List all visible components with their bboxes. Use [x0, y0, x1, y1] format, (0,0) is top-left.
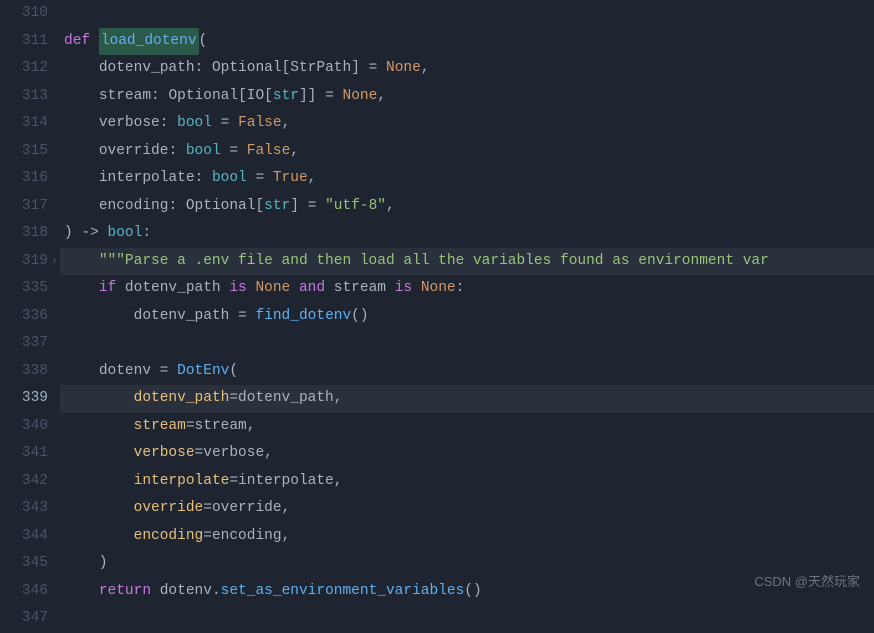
line-number: 344: [0, 523, 48, 551]
param-name: override: [99, 138, 169, 166]
code-line-current[interactable]: dotenv_path=dotenv_path,: [60, 385, 874, 413]
param-name: dotenv_path: [99, 55, 195, 83]
line-number: 310: [0, 0, 48, 28]
line-number: 338: [0, 358, 48, 386]
code-line[interactable]: interpolate: bool = True,: [60, 165, 874, 193]
code-line[interactable]: [60, 0, 874, 28]
code-line[interactable]: dotenv_path = find_dotenv(): [60, 303, 874, 331]
line-number: 341: [0, 440, 48, 468]
code-line[interactable]: encoding=encoding,: [60, 523, 874, 551]
line-number: 347: [0, 605, 48, 633]
param-name: interpolate: [99, 165, 195, 193]
function-name: load_dotenv: [99, 28, 199, 56]
code-line[interactable]: dotenv_path: Optional[StrPath] = None,: [60, 55, 874, 83]
fold-chevron-icon[interactable]: ›: [51, 248, 58, 276]
line-number: 317: [0, 193, 48, 221]
line-number: 345: [0, 550, 48, 578]
kwarg-name: interpolate: [134, 468, 230, 496]
code-area[interactable]: def load_dotenv( dotenv_path: Optional[S…: [60, 0, 874, 609]
kwarg-name: dotenv_path: [134, 385, 230, 413]
line-number-gutter: 310 311 312 313 314 315 316 317 318 319›…: [0, 0, 60, 609]
code-line[interactable]: verbose: bool = False,: [60, 110, 874, 138]
param-name: verbose: [99, 110, 160, 138]
code-line[interactable]: return dotenv.set_as_environment_variabl…: [60, 578, 874, 606]
kwarg-name: verbose: [134, 440, 195, 468]
line-number: 311: [0, 28, 48, 56]
line-number: 342: [0, 468, 48, 496]
keyword-def: def: [64, 28, 99, 56]
code-line[interactable]: encoding: Optional[str] = "utf-8",: [60, 193, 874, 221]
line-number: 319›: [0, 248, 48, 276]
line-number: 314: [0, 110, 48, 138]
code-line[interactable]: stream: Optional[IO[str]] = None,: [60, 83, 874, 111]
code-line-folded[interactable]: """Parse a .env file and then load all t…: [60, 248, 874, 276]
line-number: 312: [0, 55, 48, 83]
code-line[interactable]: verbose=verbose,: [60, 440, 874, 468]
line-number: 318: [0, 220, 48, 248]
param-name: encoding: [99, 193, 169, 221]
kwarg-name: stream: [134, 413, 186, 441]
kwarg-name: encoding: [134, 523, 204, 551]
code-line[interactable]: override=override,: [60, 495, 874, 523]
line-number: 339: [0, 385, 48, 413]
line-number: 343: [0, 495, 48, 523]
code-line[interactable]: dotenv = DotEnv(: [60, 358, 874, 386]
paren-open: (: [199, 28, 208, 56]
code-line[interactable]: def load_dotenv(: [60, 28, 874, 56]
line-number: 346: [0, 578, 48, 606]
line-number: 337: [0, 330, 48, 358]
line-number: 313: [0, 83, 48, 111]
line-number: 335: [0, 275, 48, 303]
line-number: 340: [0, 413, 48, 441]
docstring: """Parse a .env file and then load all t…: [99, 248, 769, 276]
code-line[interactable]: [60, 330, 874, 358]
code-line[interactable]: if dotenv_path is None and stream is Non…: [60, 275, 874, 303]
watermark-text: CSDN @天然玩家: [754, 568, 860, 596]
line-number: 336: [0, 303, 48, 331]
code-line[interactable]: stream=stream,: [60, 413, 874, 441]
param-name: stream: [99, 83, 151, 111]
line-number: 316: [0, 165, 48, 193]
code-line[interactable]: ): [60, 550, 874, 578]
code-line[interactable]: ) -> bool:: [60, 220, 874, 248]
code-line[interactable]: [60, 605, 874, 633]
line-number: 315: [0, 138, 48, 166]
code-line[interactable]: override: bool = False,: [60, 138, 874, 166]
kwarg-name: override: [134, 495, 204, 523]
code-line[interactable]: interpolate=interpolate,: [60, 468, 874, 496]
code-editor[interactable]: 310 311 312 313 314 315 316 317 318 319›…: [0, 0, 874, 609]
